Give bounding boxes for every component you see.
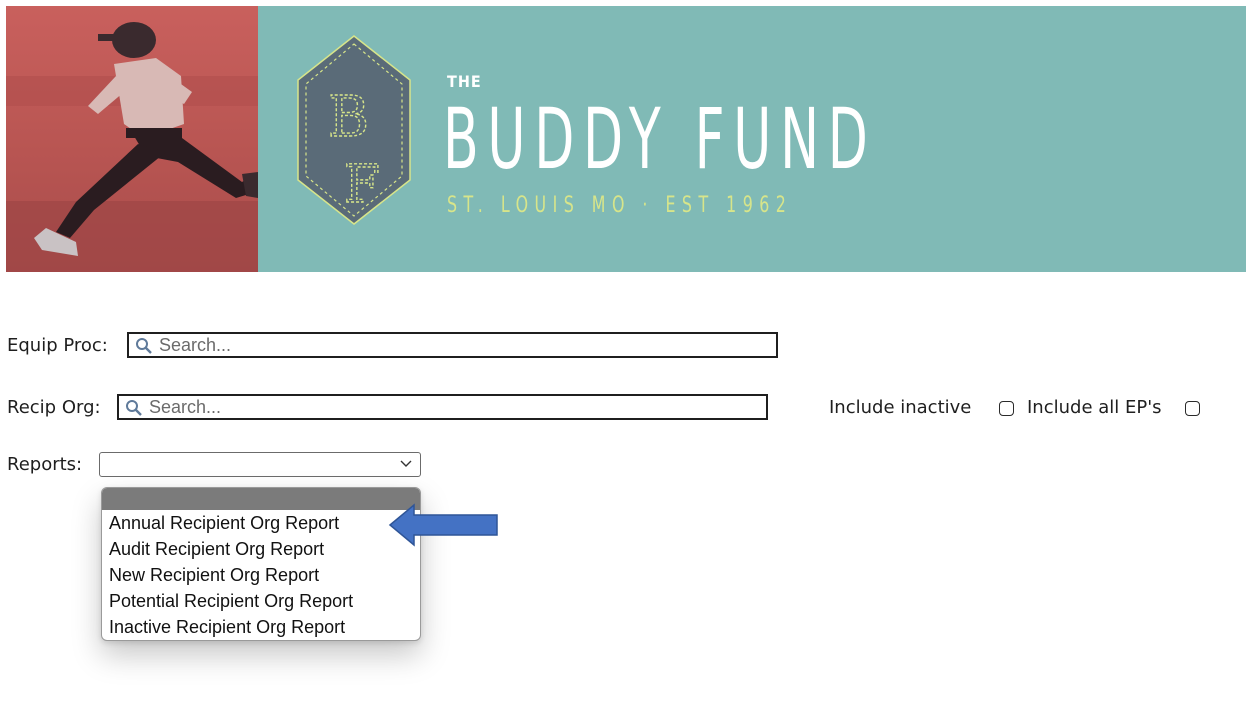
include-all-eps-label: Include all EP's — [1027, 397, 1162, 418]
equip-proc-search[interactable] — [127, 332, 778, 358]
equip-proc-input[interactable] — [159, 334, 770, 356]
svg-text:B: B — [328, 85, 369, 150]
dropdown-option-new[interactable]: New Recipient Org Report — [102, 562, 420, 588]
search-icon — [136, 338, 152, 354]
reports-select[interactable] — [99, 452, 421, 477]
reports-dropdown-list[interactable]: Annual Recipient Org Report Audit Recipi… — [101, 487, 421, 641]
header-banner: B F THE BUDDY FUND ST. LOUIS MO · EST 19… — [6, 6, 1246, 272]
buddy-fund-logo-icon: B F — [297, 35, 411, 225]
search-icon — [126, 400, 142, 416]
include-inactive-checkbox[interactable] — [999, 401, 1014, 416]
reports-label: Reports: — [7, 454, 83, 475]
dropdown-option-annual[interactable]: Annual Recipient Org Report — [102, 510, 420, 536]
recip-org-label: Recip Org: — [7, 397, 101, 418]
dropdown-option-inactive[interactable]: Inactive Recipient Org Report — [102, 614, 420, 640]
baseball-player-photo — [6, 6, 258, 272]
dropdown-option-blank[interactable] — [102, 488, 420, 510]
recip-org-input[interactable] — [149, 396, 760, 418]
equip-proc-label: Equip Proc: — [7, 335, 108, 356]
arrow-left-icon — [388, 503, 498, 547]
include-inactive-label: Include inactive — [829, 397, 972, 418]
brand-name: BUDDY FUND — [443, 90, 877, 188]
include-all-eps-checkbox[interactable] — [1185, 401, 1200, 416]
runner-silhouette-icon — [6, 22, 258, 272]
svg-text:F: F — [344, 155, 380, 215]
dropdown-option-potential[interactable]: Potential Recipient Org Report — [102, 588, 420, 614]
recip-org-search[interactable] — [117, 394, 768, 420]
chevron-down-icon — [400, 460, 412, 467]
brand-tagline: ST. LOUIS MO · EST 1962 — [447, 193, 793, 218]
dropdown-option-audit[interactable]: Audit Recipient Org Report — [102, 536, 420, 562]
brand-prefix: THE — [447, 72, 482, 91]
